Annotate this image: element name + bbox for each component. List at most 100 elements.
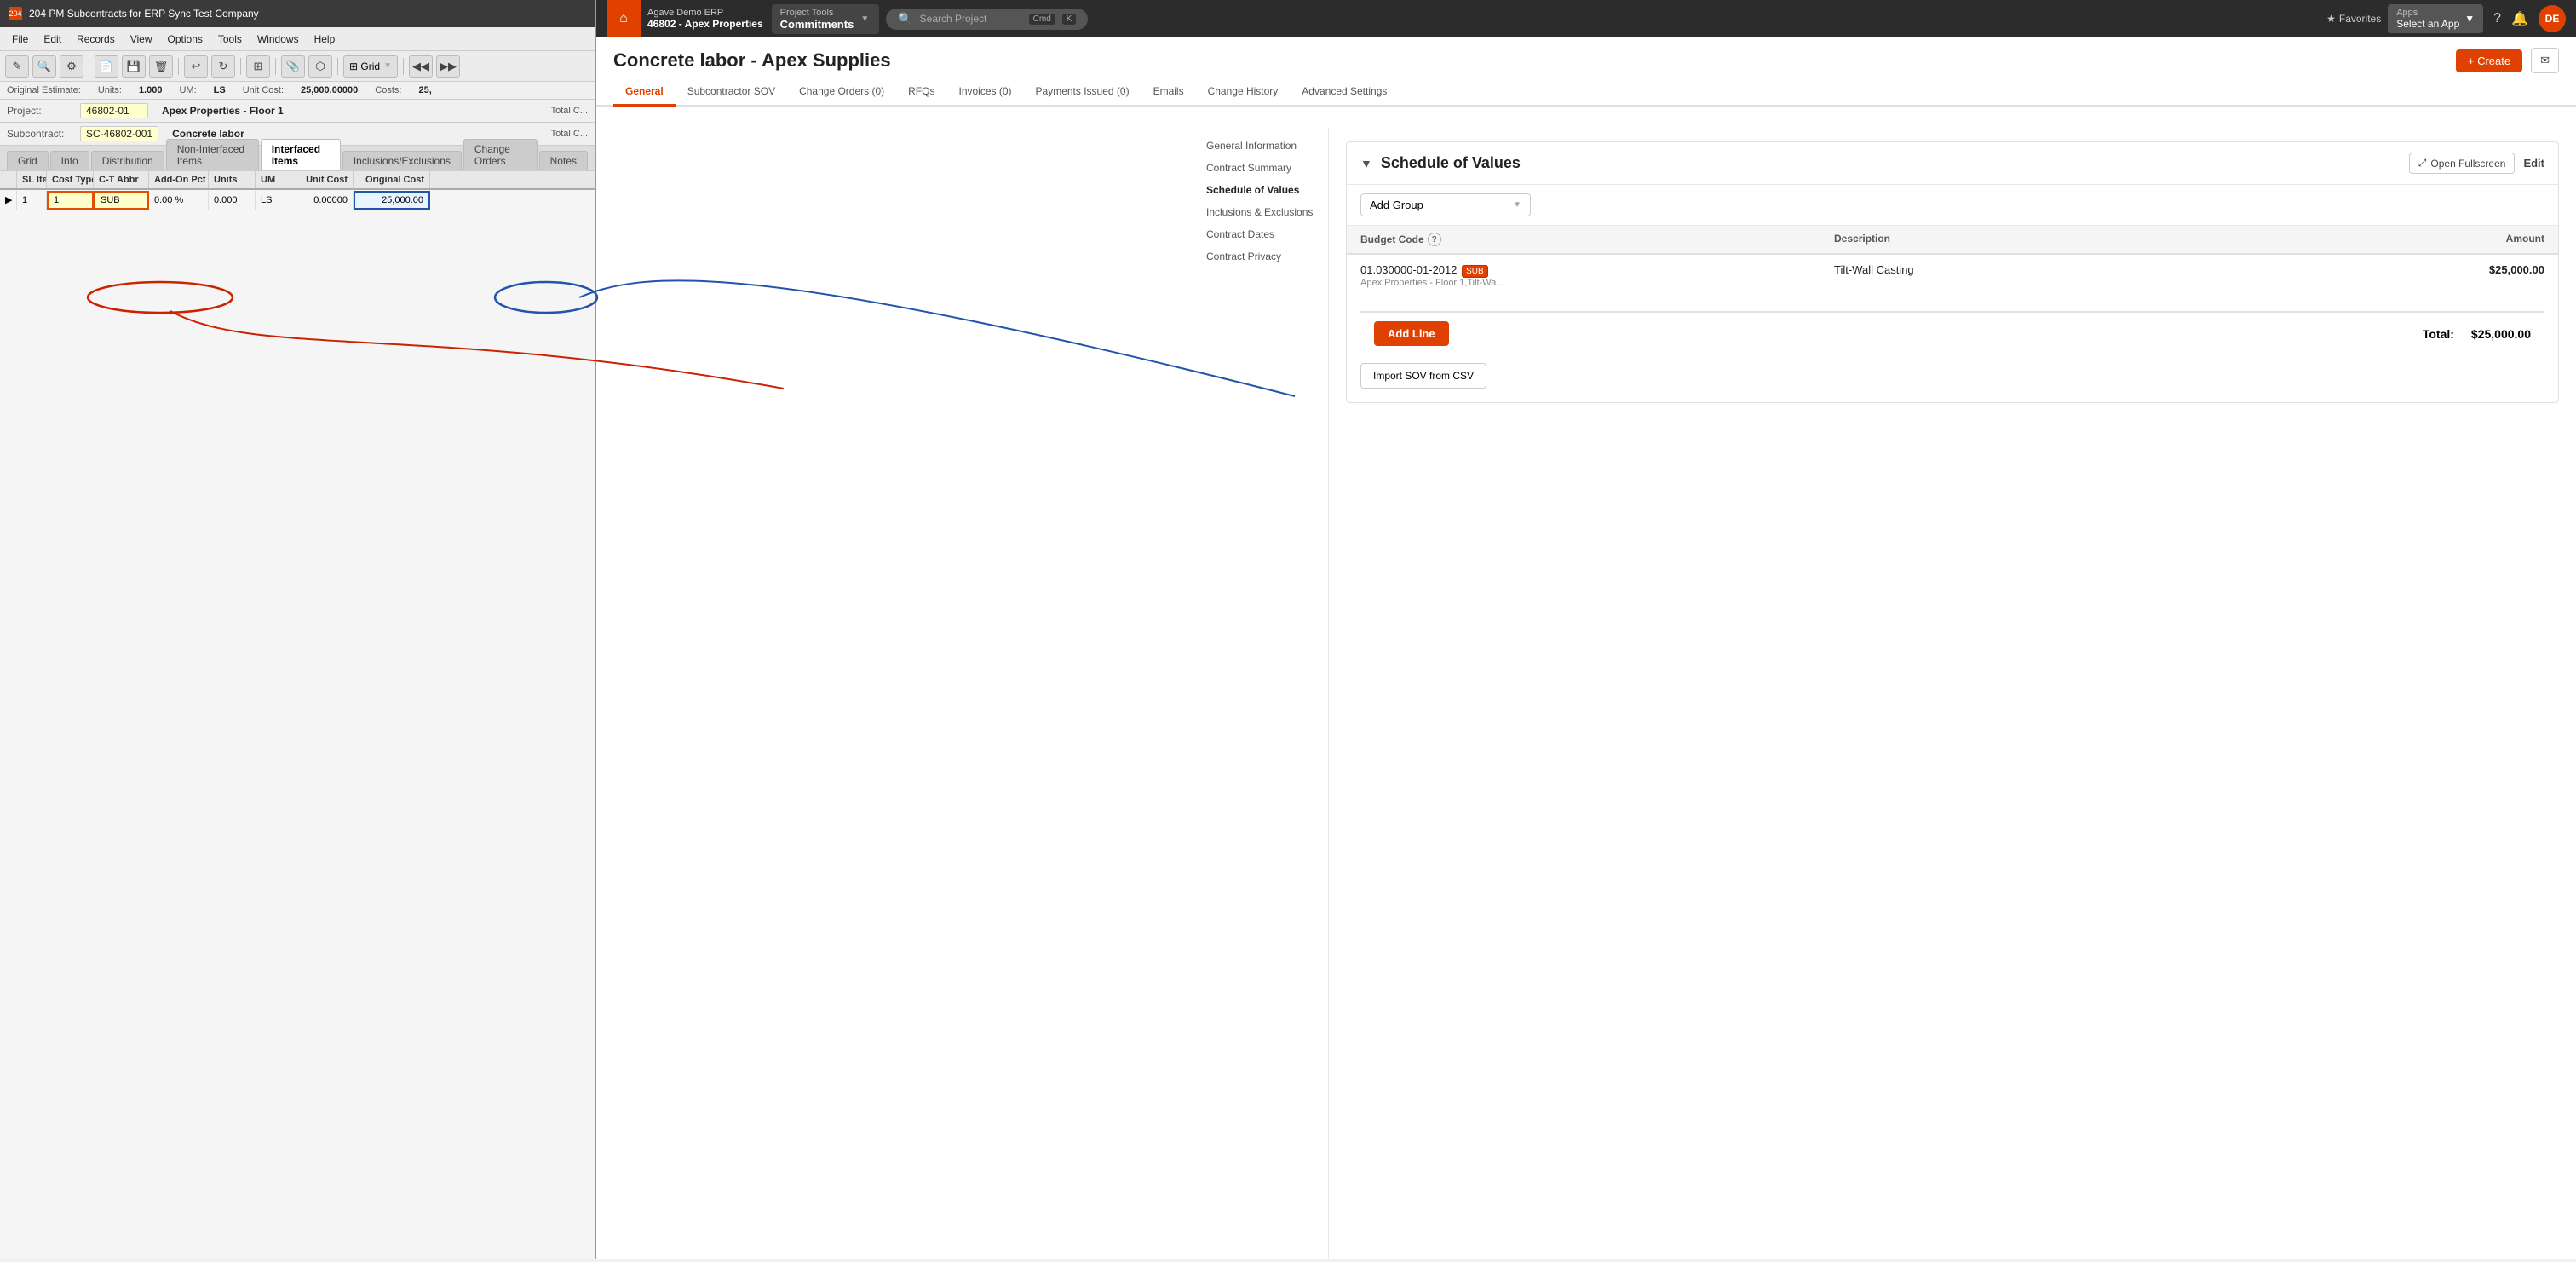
toolbar-delete[interactable]: 🗑 (149, 55, 173, 78)
search-input[interactable] (920, 13, 1022, 25)
sidebar-contract-dates[interactable]: Contract Dates (1193, 223, 1328, 245)
content-tabs: General Subcontractor SOV Change Orders … (596, 78, 2576, 107)
units-label: Units: (98, 85, 122, 95)
toolbar-undo[interactable]: ↩ (184, 55, 208, 78)
project-label: Project: (7, 105, 66, 117)
menu-records[interactable]: Records (70, 32, 122, 47)
menu-windows[interactable]: Windows (250, 32, 306, 47)
tab-change-orders[interactable]: Change Orders (0) (787, 78, 896, 107)
grid-header: SL Item Cost Type C-T Abbr Add-On Pct Un… (0, 171, 595, 190)
content-area: General Information Contract Summary Sch… (596, 107, 2576, 1259)
tab-change-history[interactable]: Change History (1196, 78, 1291, 107)
toolbar-grid-dropdown[interactable]: ⊞ Grid ▼ (343, 55, 398, 78)
add-group-dropdown[interactable]: Add Group ▼ (1360, 193, 1531, 216)
menu-help[interactable]: Help (308, 32, 342, 47)
menu-tools[interactable]: Tools (211, 32, 249, 47)
sov-table-body: 01.030000-01-2012 SUB Apex Properties - … (1347, 255, 2558, 297)
toolbar-back[interactable]: ◀◀ (409, 55, 433, 78)
top-nav: ⌂ Agave Demo ERP 46802 - Apex Properties… (596, 0, 2576, 37)
row-addon: 0.00 % (149, 191, 209, 210)
edit-button[interactable]: Edit (2523, 157, 2544, 170)
sidebar-contract-summary[interactable]: Contract Summary (1193, 157, 1328, 179)
um-label: UM: (179, 85, 196, 95)
project-name: Apex Properties - Floor 1 (162, 105, 284, 117)
tab-change-orders[interactable]: Change Orders (463, 139, 538, 170)
toolbar-refresh[interactable]: ↻ (211, 55, 235, 78)
costs-label: Costs: (375, 85, 401, 95)
collapse-icon[interactable]: ▼ (1360, 157, 1372, 170)
toolbar-new[interactable]: ✎ (5, 55, 29, 78)
sidebar-general-info[interactable]: General Information (1193, 135, 1328, 157)
sidebar-sov[interactable]: Schedule of Values (1193, 179, 1328, 201)
toolbar-forward[interactable]: ▶▶ (436, 55, 460, 78)
row-origcost: 25,000.00 (354, 191, 430, 210)
help-icon[interactable]: ? (2493, 11, 2501, 26)
tab-payments[interactable]: Payments Issued (0) (1024, 78, 1141, 107)
tab-interfaced[interactable]: Interfaced Items (261, 139, 341, 170)
create-button[interactable]: + Create (2456, 49, 2522, 72)
add-line-button[interactable]: Add Line (1374, 321, 1449, 346)
budget-subtext: Apex Properties - Floor 1,Tilt-Wa... (1360, 278, 1834, 288)
tab-general[interactable]: General (613, 78, 676, 107)
header-actions: + Create ✉ (2456, 48, 2559, 73)
total-label: Total C... (551, 106, 588, 116)
tab-rfqs[interactable]: RFQs (896, 78, 946, 107)
row-costtype: 1 (47, 191, 94, 210)
nav-module-btn[interactable]: Project Tools Commitments ▼ (772, 4, 880, 34)
grid-col-origcost: Original Cost (354, 171, 430, 188)
sov-row[interactable]: 01.030000-01-2012 SUB Apex Properties - … (1347, 255, 2558, 297)
sov-bottom: Add Line Total: $25,000.00 Import SOV fr… (1347, 297, 2558, 402)
orig-est-label: Original Estimate: (7, 85, 81, 95)
sidebar-contract-privacy[interactable]: Contract Privacy (1193, 245, 1328, 268)
sidebar-nav: General Information Contract Summary Sch… (1193, 128, 1329, 1259)
grid-col-addon: Add-On Pct (149, 171, 209, 188)
menu-view[interactable]: View (124, 32, 159, 47)
fullscreen-icon: ⤢ (2418, 157, 2427, 170)
menu-file[interactable]: File (5, 32, 35, 47)
toolbar-search[interactable]: 🔍 (32, 55, 56, 78)
menu-edit[interactable]: Edit (37, 32, 68, 47)
tab-inclusions[interactable]: Inclusions/Exclusions (342, 151, 462, 170)
sov-header: ▼ Schedule of Values ⤢ Open Fullscreen E… (1347, 142, 2558, 185)
tab-distribution[interactable]: Distribution (91, 151, 164, 170)
fullscreen-button[interactable]: ⤢ Open Fullscreen (2409, 153, 2516, 174)
row-units: 0.000 (209, 191, 256, 210)
module-label: Project Tools (780, 8, 854, 18)
toolbar-doc[interactable]: 📄 (95, 55, 118, 78)
tab-emails[interactable]: Emails (1141, 78, 1196, 107)
row-budget-code: 01.030000-01-2012 SUB Apex Properties - … (1360, 263, 1834, 288)
budget-code-help[interactable]: ? (1428, 233, 1441, 246)
th-description: Description (1834, 233, 2308, 246)
project-ref: 46802 - Apex Properties (647, 18, 763, 30)
tab-invoices[interactable]: Invoices (0) (946, 78, 1023, 107)
toolbar-sep4 (275, 58, 276, 75)
right-panel: ⌂ Agave Demo ERP 46802 - Apex Properties… (596, 0, 2576, 1259)
user-avatar[interactable]: DE (2539, 5, 2566, 32)
toolbar-save[interactable]: 💾 (122, 55, 146, 78)
tab-non-interfaced[interactable]: Non-Interfaced Items (166, 139, 259, 170)
app-icon: 204 (9, 7, 22, 20)
favorites-btn[interactable]: ★ Favorites (2326, 13, 2381, 25)
submodule-label: Commitments (780, 18, 854, 31)
notification-icon[interactable]: 🔔 (2511, 10, 2528, 27)
left-tab-bar: Grid Info Distribution Non-Interfaced It… (0, 146, 595, 171)
page-title: Concrete labor - Apex Supplies (613, 49, 891, 72)
toolbar-attach[interactable]: 📎 (281, 55, 305, 78)
home-button[interactable]: ⌂ (607, 0, 641, 37)
tab-notes[interactable]: Notes (539, 151, 588, 170)
toolbar-grid[interactable]: ⊞ (246, 55, 270, 78)
grid-row[interactable]: ▶ 1 1 SUB 0.00 % 0.000 LS 0.00000 25,000… (0, 190, 595, 210)
tab-subcontractor-sov[interactable]: Subcontractor SOV (676, 78, 787, 107)
tab-grid[interactable]: Grid (7, 151, 49, 170)
tab-advanced-settings[interactable]: Advanced Settings (1290, 78, 1399, 107)
sidebar-inclusions[interactable]: Inclusions & Exclusions (1193, 201, 1328, 223)
toolbar-stamp[interactable]: ⬡ (308, 55, 332, 78)
email-button[interactable]: ✉ (2531, 48, 2559, 73)
search-box[interactable]: 🔍 Cmd K (886, 9, 1088, 30)
menu-options[interactable]: Options (161, 32, 210, 47)
import-sov-button[interactable]: Import SOV from CSV (1360, 363, 1486, 389)
total-value: $25,000.00 (2471, 327, 2531, 341)
toolbar-settings[interactable]: ⚙ (60, 55, 83, 78)
tab-info[interactable]: Info (50, 151, 89, 170)
apps-btn[interactable]: Apps Select an App ▼ (2388, 4, 2483, 33)
